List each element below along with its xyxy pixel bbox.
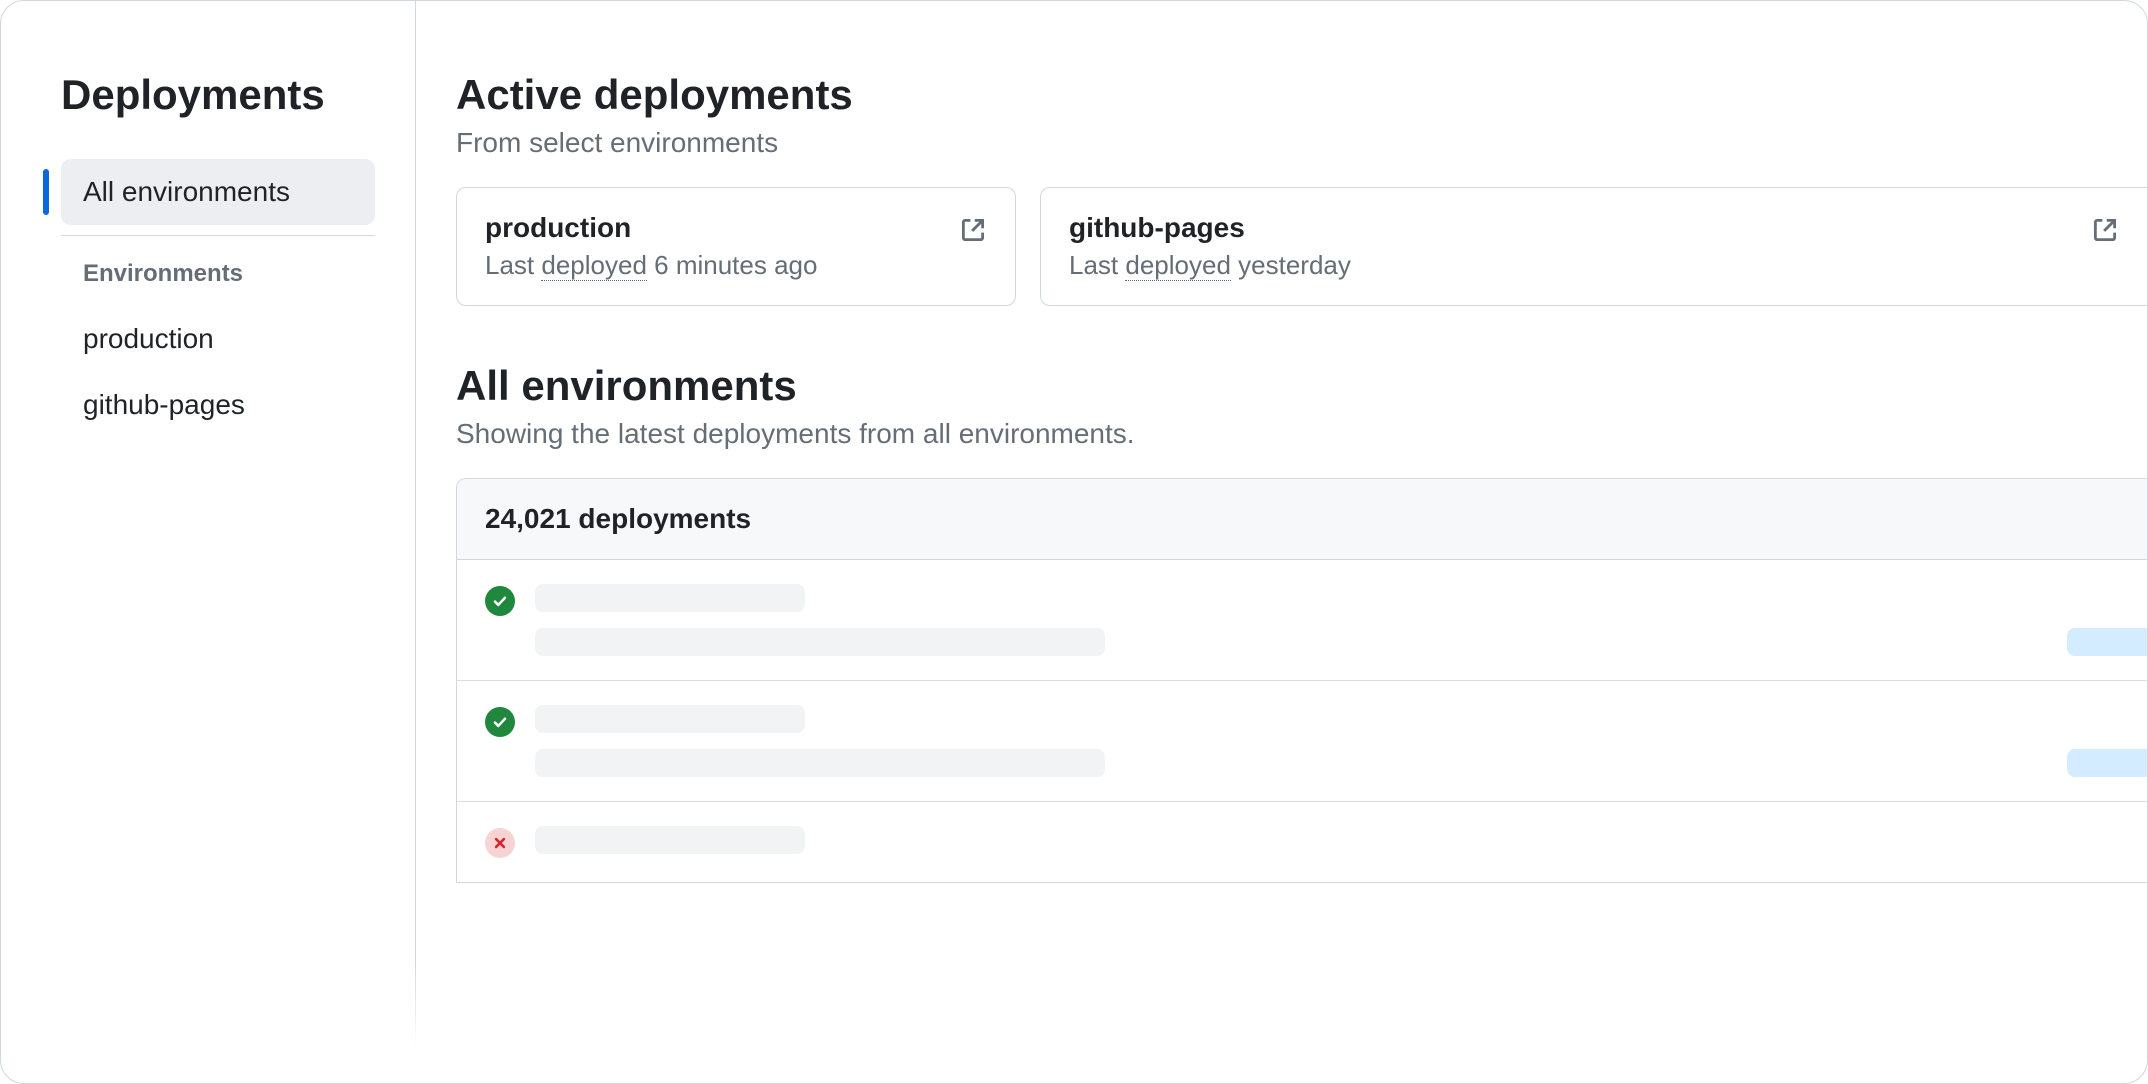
environment-card-github-pages[interactable]: github-pages Last deployed yesterday bbox=[1040, 187, 2147, 306]
deployment-row-placeholder bbox=[535, 826, 2119, 854]
environment-card-name: github-pages bbox=[1069, 212, 1351, 244]
sidebar-subheading: Environments bbox=[61, 260, 375, 288]
environment-card-name: production bbox=[485, 212, 817, 244]
deployments-count: 24,021 deployments bbox=[457, 479, 2147, 560]
placeholder-badge bbox=[2067, 749, 2147, 777]
external-link-icon[interactable] bbox=[959, 216, 987, 244]
sidebar: Deployments All environments Environment… bbox=[1, 1, 416, 1083]
deployments-panel: 24,021 deployments bbox=[456, 478, 2147, 883]
deployment-row[interactable] bbox=[457, 560, 2147, 681]
placeholder-line bbox=[535, 584, 805, 612]
sidebar-item-label: github-pages bbox=[83, 389, 245, 421]
deployment-row[interactable] bbox=[457, 802, 2147, 882]
page-title: Deployments bbox=[61, 71, 375, 119]
deployment-row[interactable] bbox=[457, 681, 2147, 802]
placeholder-line bbox=[535, 826, 805, 854]
placeholder-line bbox=[535, 628, 1105, 656]
external-link-icon[interactable] bbox=[2091, 216, 2119, 244]
status-success-icon bbox=[485, 586, 515, 616]
environment-cards-row: production Last deployed 6 minutes ago g… bbox=[456, 187, 2147, 306]
sidebar-item-label: production bbox=[83, 323, 214, 355]
sidebar-divider bbox=[61, 235, 375, 236]
environment-card-last-deployed: Last deployed 6 minutes ago bbox=[485, 250, 817, 281]
sidebar-item-github-pages[interactable]: github-pages bbox=[61, 372, 375, 438]
status-failure-icon bbox=[485, 828, 515, 858]
active-deployments-subtitle: From select environments bbox=[456, 127, 2147, 159]
main-content: Active deployments From select environme… bbox=[416, 1, 2147, 1083]
placeholder-badge bbox=[2067, 628, 2147, 656]
deployment-row-placeholder bbox=[535, 584, 2119, 656]
app-frame: Deployments All environments Environment… bbox=[0, 0, 2148, 1084]
placeholder-line bbox=[535, 705, 805, 733]
environment-card-body: production Last deployed 6 minutes ago bbox=[485, 212, 817, 281]
active-deployments-title: Active deployments bbox=[456, 71, 2147, 119]
deployment-row-placeholder bbox=[535, 705, 2119, 777]
environment-card-last-deployed: Last deployed yesterday bbox=[1069, 250, 1351, 281]
all-environments-title: All environments bbox=[456, 362, 2147, 410]
sidebar-item-production[interactable]: production bbox=[61, 306, 375, 372]
environment-card-production[interactable]: production Last deployed 6 minutes ago bbox=[456, 187, 1016, 306]
status-success-icon bbox=[485, 707, 515, 737]
environment-card-body: github-pages Last deployed yesterday bbox=[1069, 212, 1351, 281]
all-environments-subtitle: Showing the latest deployments from all … bbox=[456, 418, 2147, 450]
sidebar-item-label: All environments bbox=[83, 176, 290, 208]
sidebar-item-all-environments[interactable]: All environments bbox=[61, 159, 375, 225]
placeholder-line bbox=[535, 749, 1105, 777]
